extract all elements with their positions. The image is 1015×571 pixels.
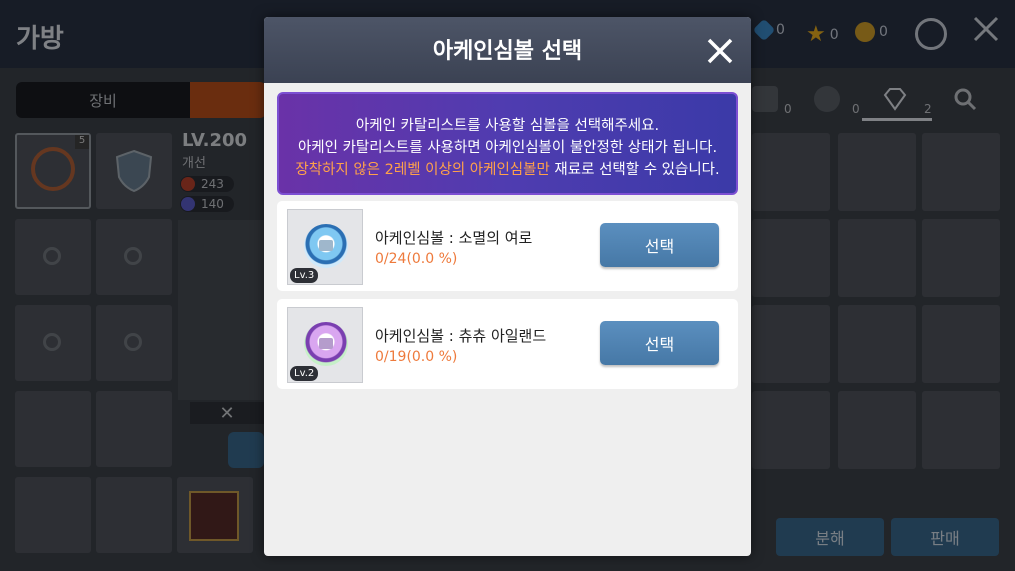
symbol-progress: 0/19(0.0 %) xyxy=(375,349,458,365)
notice-line: 아케인 카탈리스트를 사용하면 아케인심볼이 불안정한 상태가 됩니다. xyxy=(297,140,718,156)
symbol-card: Lv.3 아케인심볼 : 소멸의 여로 0/24(0.0 %) 선택 xyxy=(277,201,738,291)
dialog-header: 아케인심볼 선택 xyxy=(264,17,751,83)
symbol-thumbnail: Lv.3 xyxy=(287,209,363,285)
notice-warning: 장착하지 않은 2레벨 이상의 아케인심볼만 xyxy=(295,162,550,178)
symbol-select-dialog: 아케인심볼 선택 아케인 카탈리스트를 사용할 심볼을 선택해주세요. 아케인 … xyxy=(264,17,751,556)
select-button[interactable]: 선택 xyxy=(600,321,719,365)
symbol-name: 아케인심볼 : 츄츄 아일랜드 xyxy=(375,327,547,345)
select-button[interactable]: 선택 xyxy=(600,223,719,267)
symbol-name: 아케인심볼 : 소멸의 여로 xyxy=(375,229,533,247)
lock-icon xyxy=(319,240,333,251)
symbol-progress: 0/24(0.0 %) xyxy=(375,251,458,267)
notice-text: 재료로 선택할 수 있습니다. xyxy=(549,162,720,178)
dialog-title: 아케인심볼 선택 xyxy=(432,39,583,64)
lock-icon xyxy=(319,338,333,349)
notice-line: 아케인 카탈리스트를 사용할 심볼을 선택해주세요. xyxy=(355,118,660,134)
notice-line: 장착하지 않은 2레벨 이상의 아케인심볼만 재료로 선택할 수 있습니다. xyxy=(279,158,736,179)
symbol-card: Lv.2 아케인심볼 : 츄츄 아일랜드 0/19(0.0 %) 선택 xyxy=(277,299,738,389)
symbol-thumbnail: Lv.2 xyxy=(287,307,363,383)
notice-box: 아케인 카탈리스트를 사용할 심볼을 선택해주세요. 아케인 카탈리스트를 사용… xyxy=(277,92,738,195)
level-badge: Lv.2 xyxy=(290,366,319,381)
level-badge: Lv.3 xyxy=(290,268,319,283)
close-icon[interactable] xyxy=(704,35,736,67)
